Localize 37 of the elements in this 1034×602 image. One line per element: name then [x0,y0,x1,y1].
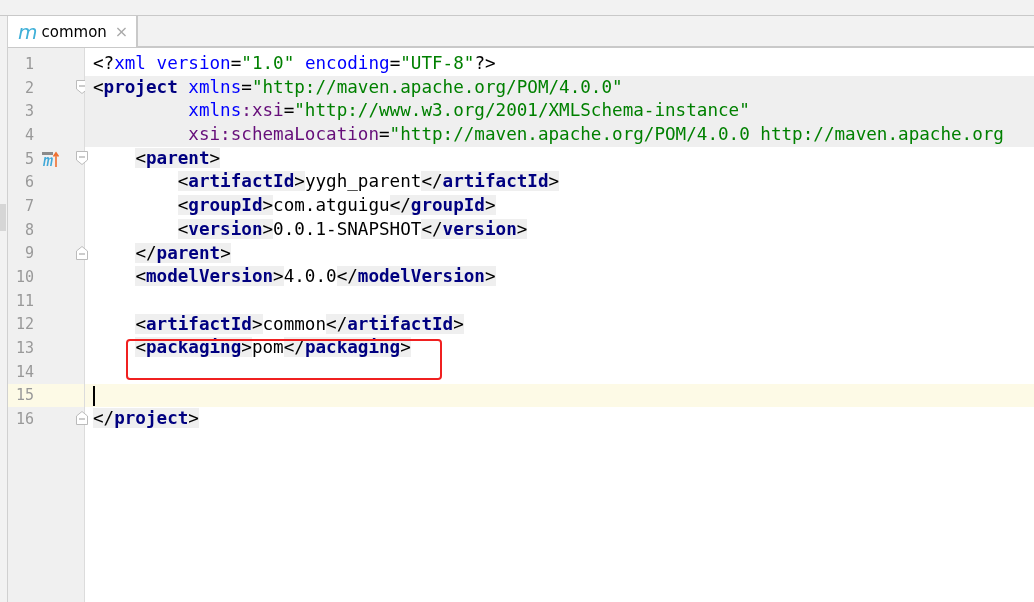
code-line: <packaging>pom</packaging> [134,336,411,360]
text-cursor [93,385,95,406]
line-number: 16 [14,410,34,429]
file-type-icon: m [18,21,38,42]
parent-module-icon[interactable] [42,150,60,168]
code-line: <version>0.0.1-SNAPSHOT</version> [176,217,528,241]
line-number: 4 [23,125,34,144]
editor-tab[interactable]: m common × [8,16,139,47]
code-line: <artifactId>common</artifactId> [134,312,464,336]
line-number: 8 [23,220,34,239]
line-number: 14 [14,362,34,381]
line-number: 7 [23,196,34,215]
line-number: 12 [14,315,34,334]
line-number: 11 [14,291,34,310]
code-line: <?xml version="1.0" encoding="UTF-8"?> [93,52,496,75]
fold-icon[interactable] [76,150,88,165]
fold-icon[interactable] [76,411,88,426]
line-number: 1 [23,54,34,73]
line-number: 13 [14,339,34,358]
line-number: 3 [23,102,34,121]
line-number: 5 [23,149,34,168]
fold-icon[interactable] [76,245,88,260]
code-line: <groupId>com.atguigu</groupId> [176,194,496,218]
code-line: xmlns:xsi="http://www.w3.org/2001/XMLSchema-instance" [187,99,750,123]
code-line: <modelVersion>4.0.0</modelVersion> [134,265,496,289]
code-line: <artifactId>yygh_parent</artifactId> [176,170,560,194]
scroll-handle[interactable] [0,204,6,231]
code-line: <parent> [134,146,221,170]
line-number: 15 [14,386,34,405]
code-line: xsi:schemaLocation="http://maven.apache.org/POM/4.0.0 http://maven.apache.org [187,123,1004,147]
code-line: </parent> [134,241,231,265]
line-number: 6 [23,173,34,192]
line-number: 2 [23,78,34,97]
code-line: </project> [93,407,199,431]
code-line: <project xmlns="http://maven.apache.org/POM/4.0.0" [93,75,623,99]
line-number: 9 [23,244,34,263]
line-number: 10 [14,268,34,287]
